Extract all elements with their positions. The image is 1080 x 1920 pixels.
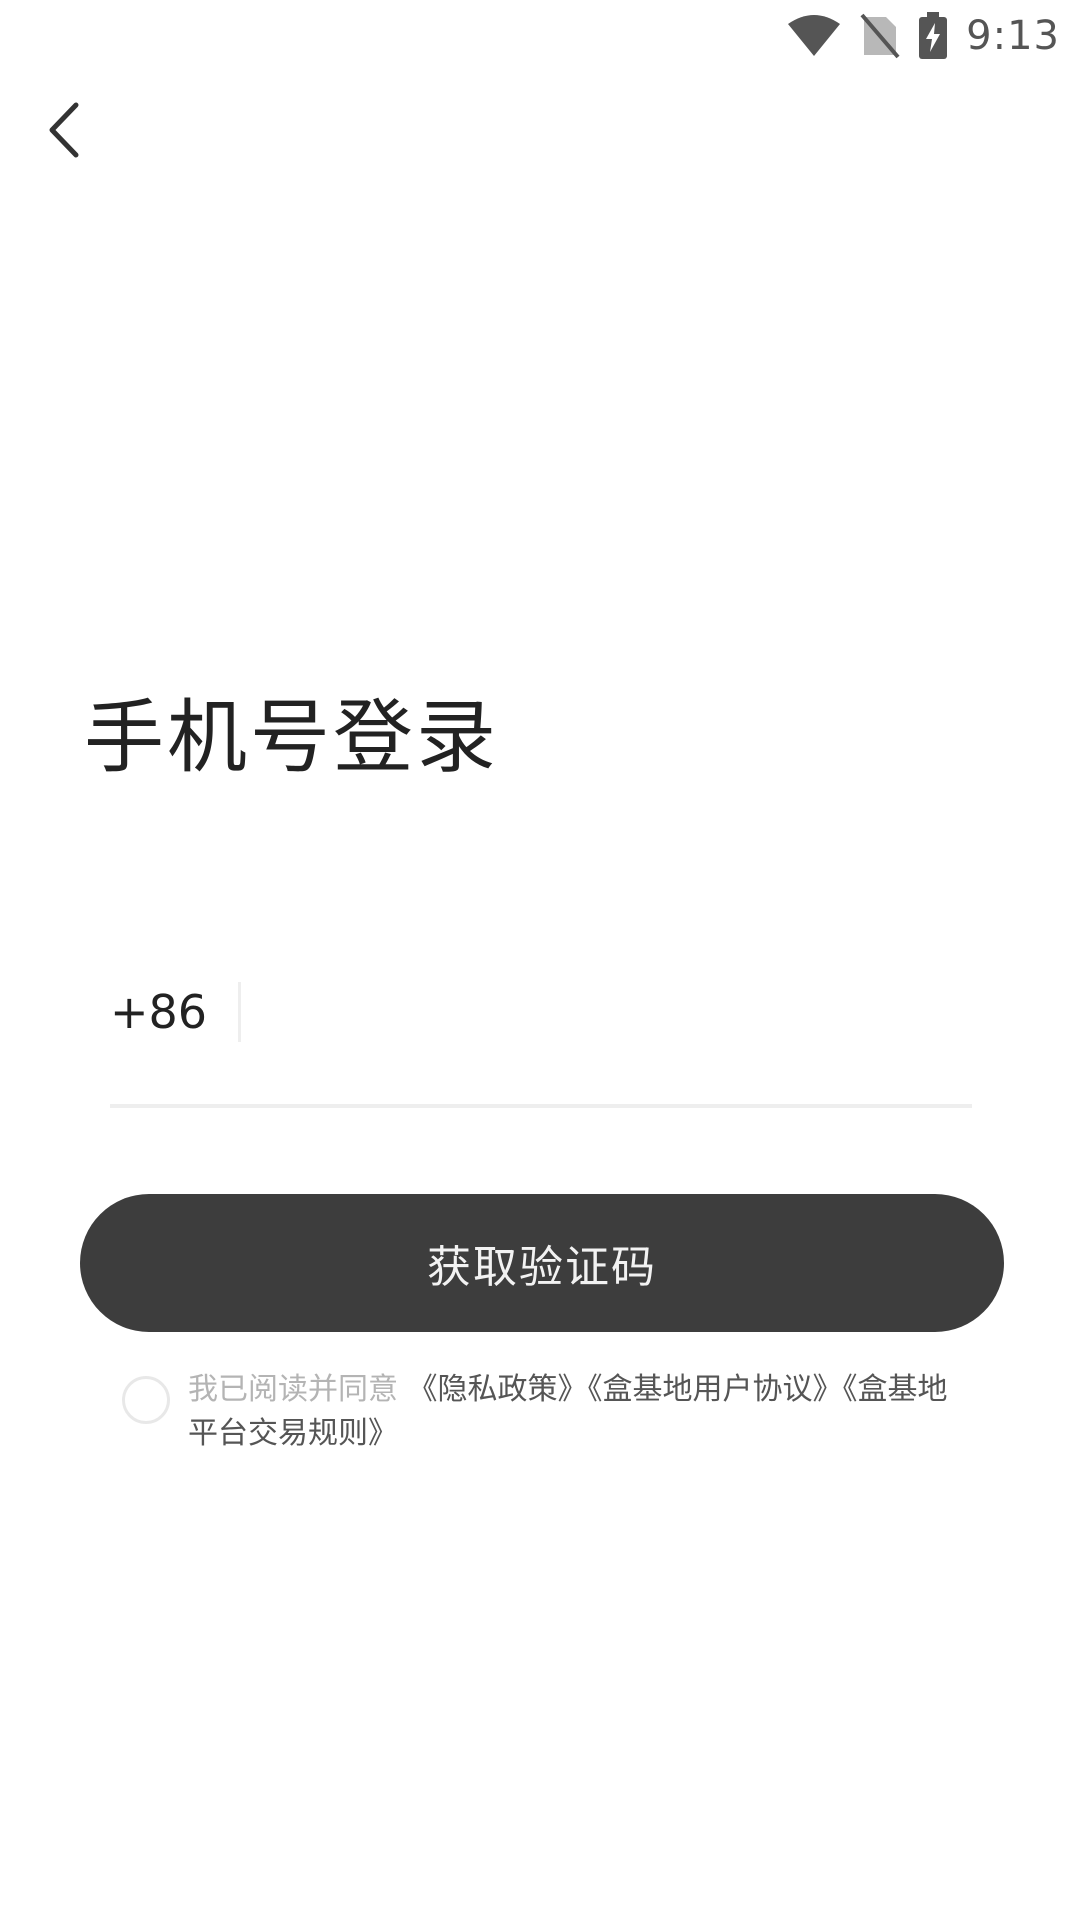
- status-bar: 9:13: [0, 0, 1080, 72]
- agreement-prefix: 我已阅读并同意: [188, 1372, 398, 1407]
- wifi-icon: [786, 14, 842, 58]
- page-title: 手机号登录: [84, 691, 499, 784]
- agreement-checkbox[interactable]: [122, 1376, 170, 1424]
- status-time: 9:13: [966, 13, 1060, 59]
- phone-row: +86: [110, 960, 972, 1064]
- status-icons: 9:13: [786, 12, 1060, 60]
- phone-underline: [110, 1104, 972, 1108]
- chevron-left-icon: [42, 99, 86, 165]
- back-button[interactable]: [32, 96, 96, 168]
- phone-divider: [238, 982, 241, 1042]
- agreement-text: 我已阅读并同意 《隐私政策》《盒基地用户协议》《盒基地平台交易规则》: [188, 1368, 962, 1456]
- user-agreement-link[interactable]: 《盒基地用户协议》: [588, 1372, 843, 1407]
- country-code-selector[interactable]: +86: [110, 985, 208, 1039]
- get-code-button[interactable]: 获取验证码: [80, 1194, 1004, 1332]
- no-sim-icon: [860, 13, 900, 59]
- phone-input[interactable]: [265, 972, 972, 1052]
- battery-charging-icon: [918, 12, 948, 60]
- privacy-policy-link[interactable]: 《隐私政策》: [408, 1372, 588, 1407]
